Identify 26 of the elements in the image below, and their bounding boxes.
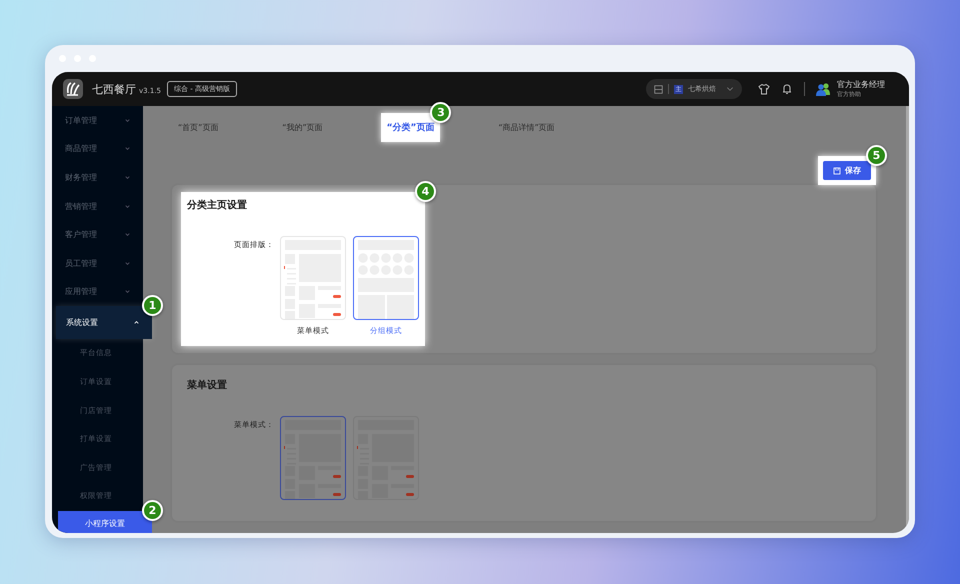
chevron-down-icon [726,85,734,93]
logo-icon [62,78,84,100]
shirt-icon[interactable] [758,83,770,95]
users-icon [815,82,831,96]
layout-icon [654,84,663,94]
user-name: 官方业务经理 [837,79,885,90]
sidebar-item[interactable]: 客户管理 [52,220,143,249]
bell-icon[interactable] [781,83,793,95]
sidebar-item[interactable]: 营销管理 [52,192,143,220]
save-icon [833,166,841,174]
sidebar-item[interactable]: 应用管理 [52,278,143,306]
app-name: 七西餐厅 [92,82,136,96]
step-badge: 5 [866,145,887,166]
sidebar-item[interactable]: 员工管理 [52,248,143,278]
page-tab[interactable]: “我的”页面 [276,114,329,140]
step-badge: 2 [142,500,163,521]
page-tab[interactable]: “商品详情”页面 [492,114,561,140]
step-badge: 1 [142,295,163,316]
step-badge: 4 [415,181,436,202]
section-title: 菜单设置 [187,378,228,392]
save-button[interactable]: 保存 [823,161,871,180]
section-title: 分类主页设置 [187,198,248,212]
sidebar-item[interactable]: 订单管理 [52,106,143,135]
page-tab[interactable]: “首页”页面 [172,114,224,140]
sidebar-item[interactable]: 财务管理 [52,163,143,192]
sidebar-item[interactable]: 商品管理 [52,134,143,164]
